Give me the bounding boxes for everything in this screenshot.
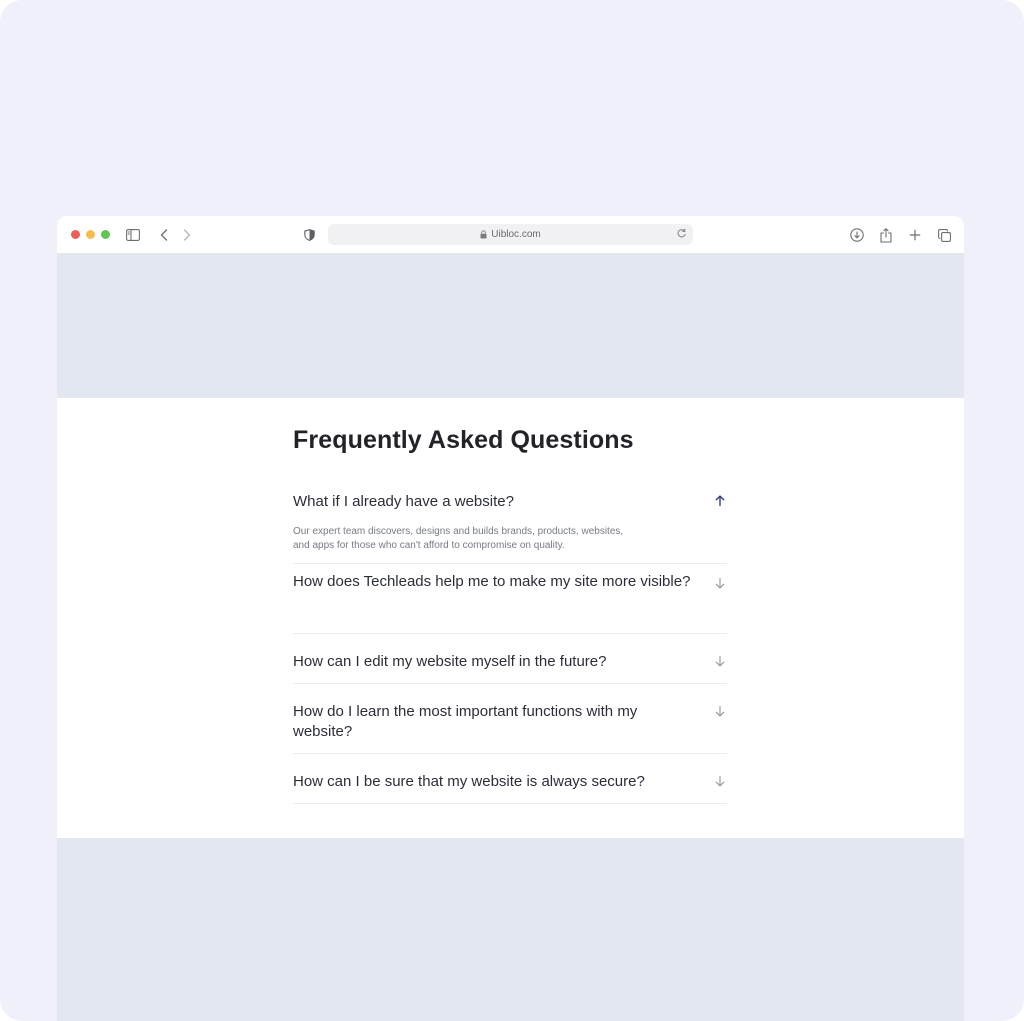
maximize-window-button[interactable] xyxy=(101,230,110,239)
arrow-down-icon[interactable] xyxy=(715,577,725,589)
url-text: Uibloc.com xyxy=(491,229,541,240)
browser-toolbar: Uibloc.com xyxy=(57,216,964,254)
faq-question[interactable]: What if I already have a website? xyxy=(293,492,727,512)
tabs-icon[interactable] xyxy=(934,225,954,245)
faq-item-functions[interactable]: How do I learn the most important functi… xyxy=(293,684,727,754)
plus-icon[interactable] xyxy=(905,225,925,245)
faq-question[interactable]: How can I edit my website myself in the … xyxy=(293,652,727,672)
faq-question[interactable]: How can I be sure that my website is alw… xyxy=(293,772,727,792)
faq-answer: Our expert team discovers, designs and b… xyxy=(293,526,624,551)
faq-title: Frequently Asked Questions xyxy=(293,426,634,454)
faq-item-visibility[interactable]: How does Techleads help me to make my si… xyxy=(293,564,727,634)
faq-question[interactable]: How do I learn the most important functi… xyxy=(293,702,727,742)
download-icon[interactable] xyxy=(847,225,867,245)
chevron-right-icon[interactable] xyxy=(177,225,197,245)
faq-item-website[interactable]: What if I already have a website? Our ex… xyxy=(293,486,727,564)
close-window-button[interactable] xyxy=(71,230,80,239)
address-bar[interactable]: Uibloc.com xyxy=(328,224,693,245)
share-icon[interactable] xyxy=(876,225,896,245)
faq-section: Frequently Asked Questions What if I alr… xyxy=(57,398,964,838)
arrow-down-icon[interactable] xyxy=(715,775,725,787)
lock-icon xyxy=(480,230,487,239)
shield-icon[interactable] xyxy=(299,225,319,245)
sidebar-icon[interactable] xyxy=(123,225,143,245)
arrow-up-icon[interactable] xyxy=(715,495,725,507)
reload-icon[interactable] xyxy=(676,228,687,239)
page-background: Uibloc.com Frequently Asked Questions Wh… xyxy=(0,0,1024,1021)
faq-question[interactable]: How does Techleads help me to make my si… xyxy=(293,572,727,592)
browser-window: Uibloc.com Frequently Asked Questions Wh… xyxy=(57,216,964,1021)
arrow-down-icon[interactable] xyxy=(715,705,725,717)
faq-item-security[interactable]: How can I be sure that my website is alw… xyxy=(293,754,727,804)
minimize-window-button[interactable] xyxy=(86,230,95,239)
arrow-down-icon[interactable] xyxy=(715,655,725,667)
faq-list: What if I already have a website? Our ex… xyxy=(293,486,727,804)
chevron-left-icon[interactable] xyxy=(154,225,174,245)
faq-item-edit[interactable]: How can I edit my website myself in the … xyxy=(293,634,727,684)
